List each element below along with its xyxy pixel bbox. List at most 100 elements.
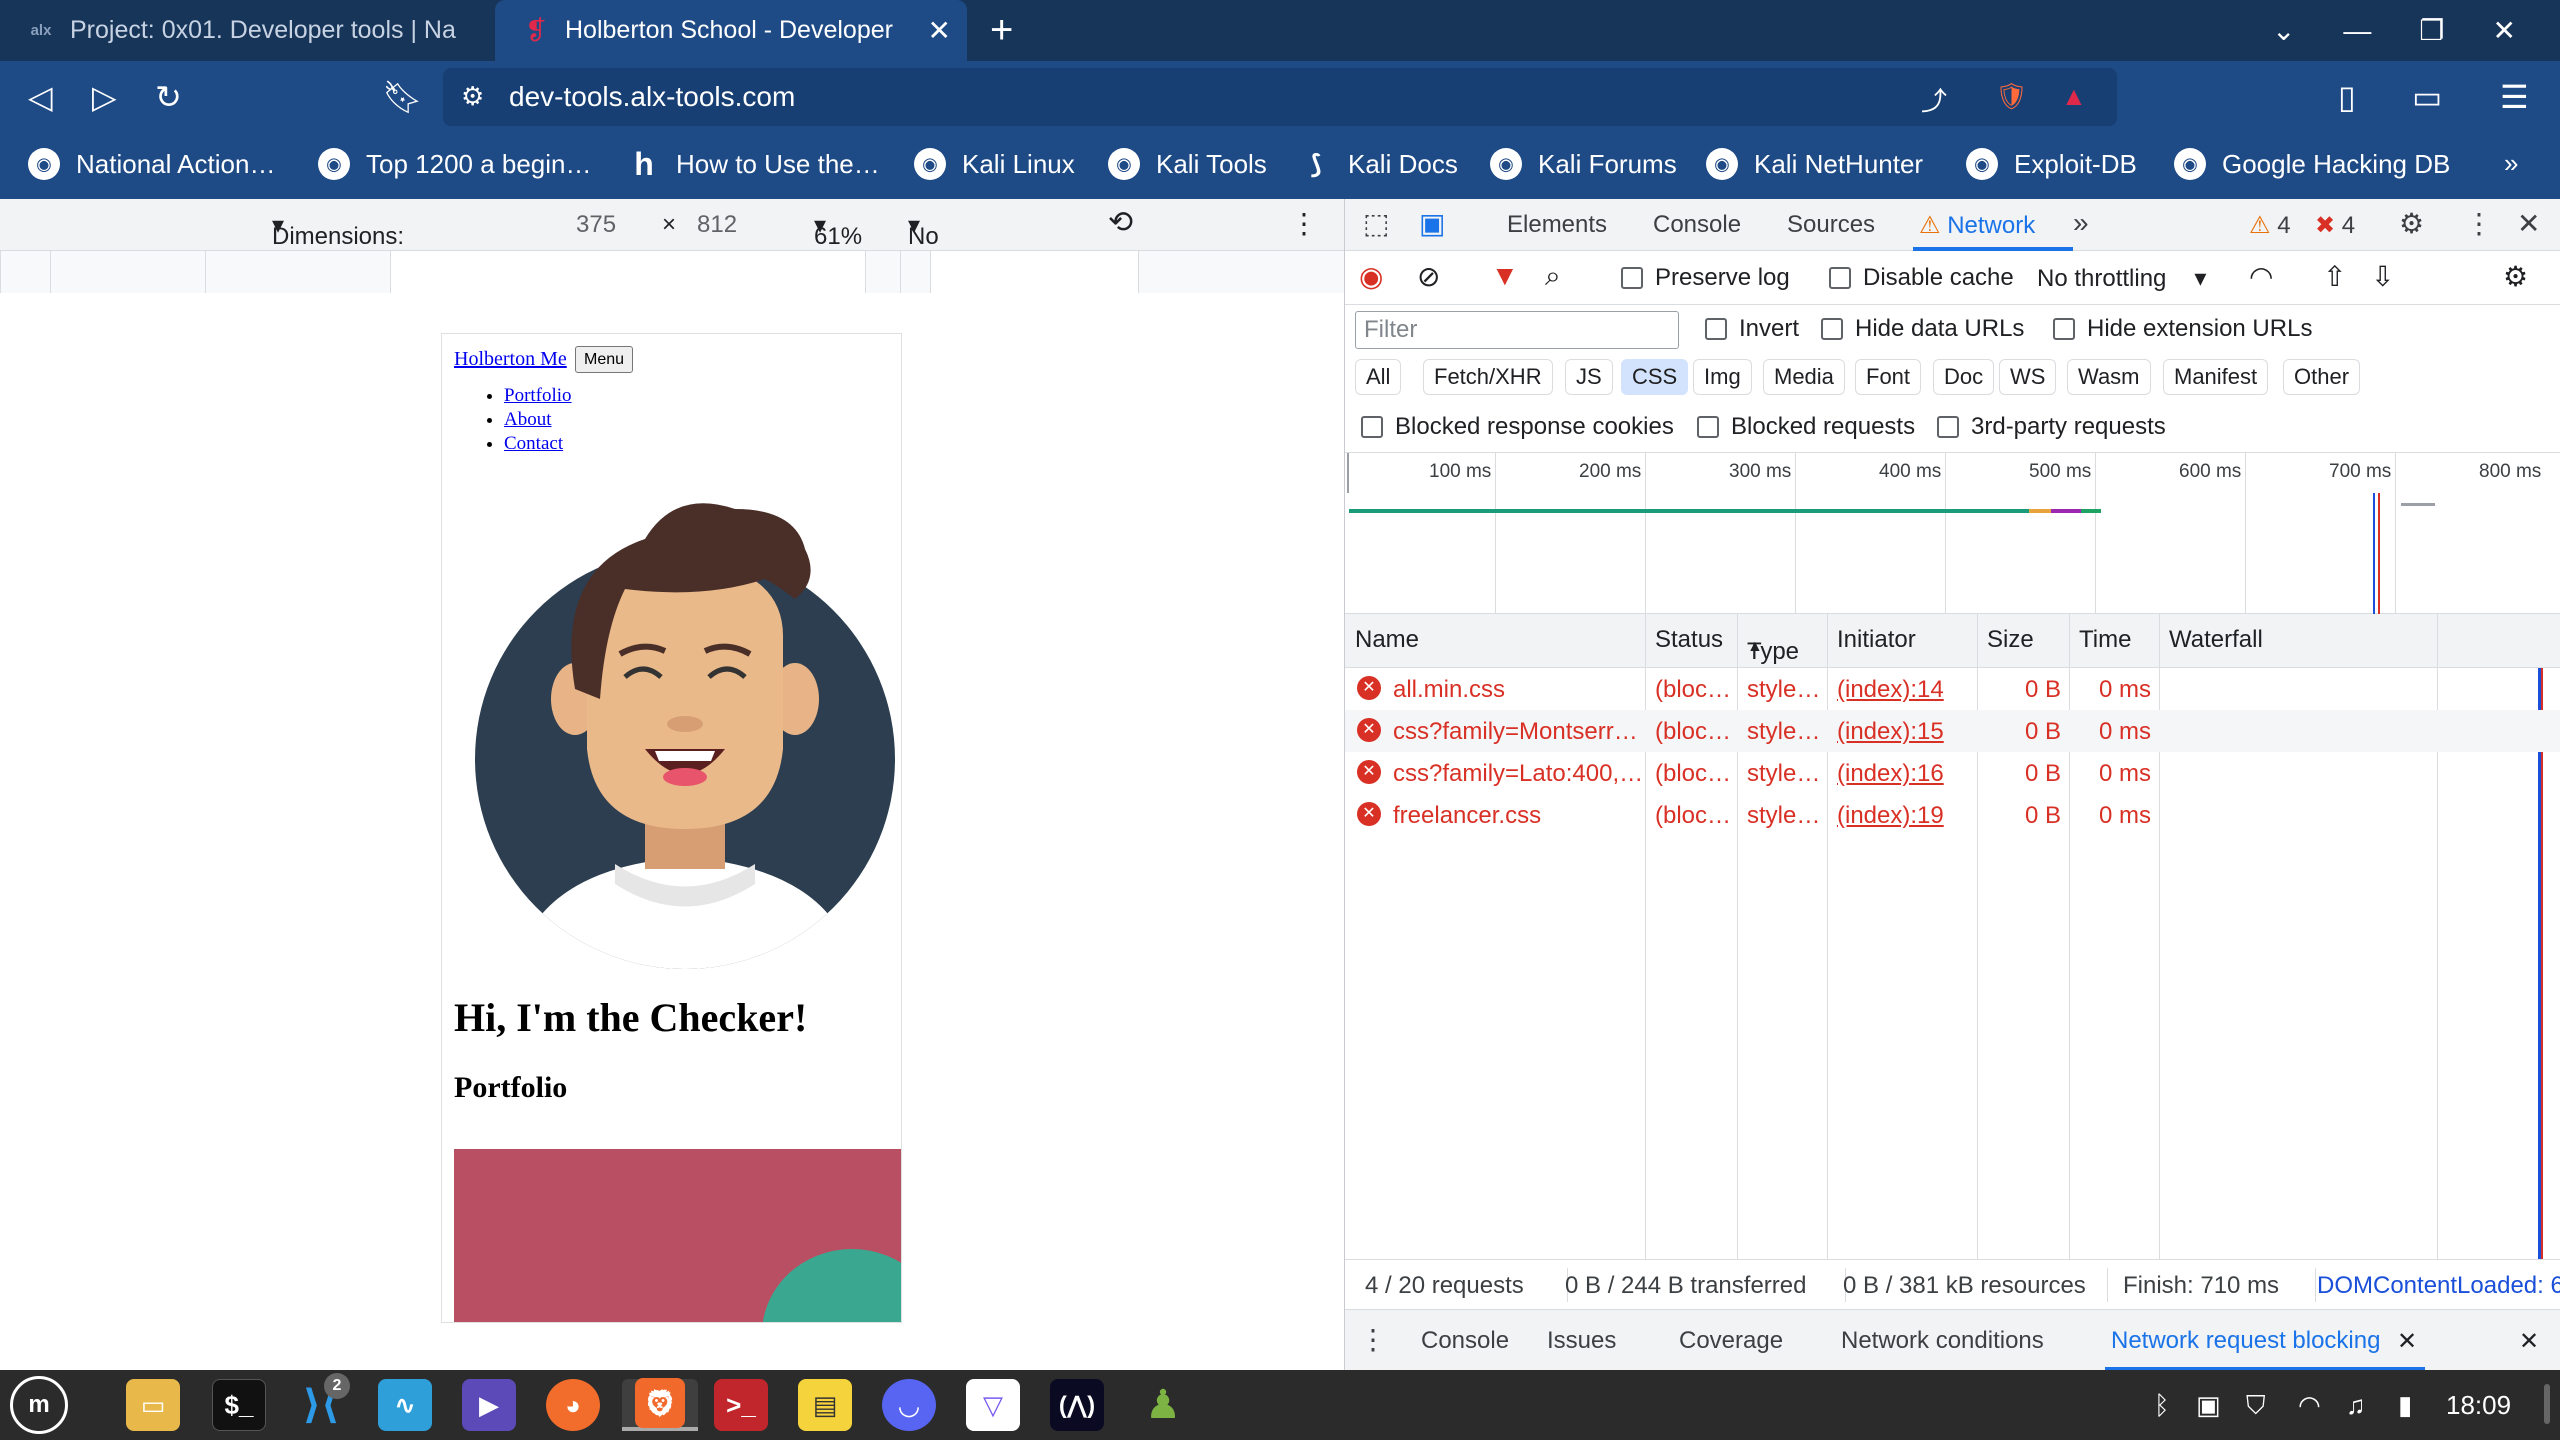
table-row[interactable]: ✕ freelancer.css (bloc… style… (index):1… — [1345, 794, 2560, 836]
table-row[interactable]: ✕ all.min.css (bloc… style… (index):14 0… — [1345, 668, 2560, 710]
bookmark-icon[interactable]: 🔖︎ — [382, 77, 423, 117]
col-time[interactable]: Time — [2079, 626, 2131, 654]
checkbox-box[interactable] — [1705, 318, 1727, 340]
inspect-element-icon[interactable]: ⬚ — [1363, 207, 1389, 240]
forward-icon[interactable]: ▷ — [92, 77, 117, 117]
col-initiator[interactable]: Initiator — [1837, 626, 1916, 654]
disable-cache-checkbox[interactable]: Disable cache — [1829, 264, 2014, 292]
drawer-tab-network-request-blocking[interactable]: Network request blocking — [2111, 1327, 2380, 1355]
firefox-app-icon[interactable]: ◕ — [546, 1379, 600, 1431]
back-icon[interactable]: ◁ — [28, 77, 53, 117]
checkbox-box[interactable] — [1937, 416, 1959, 438]
nav-link-contact[interactable]: Contact — [504, 433, 563, 454]
search-icon[interactable]: ⌕ — [1545, 260, 1561, 293]
type-chip-ws[interactable]: WS — [1999, 359, 2057, 395]
drawer-tab-issues[interactable]: Issues — [1547, 1327, 1616, 1355]
minimize-icon[interactable]: — — [2343, 15, 2371, 47]
media-query-bar[interactable] — [900, 251, 930, 293]
record-icon[interactable]: ◉ — [1359, 260, 1383, 293]
tab-network[interactable]: ⚠ Network — [1919, 211, 2035, 240]
brave-shields-icon[interactable]: 🛡︎ — [1995, 81, 2028, 112]
nav-link-portfolio[interactable]: Portfolio — [504, 385, 572, 406]
sound-icon[interactable]: ♫ — [2346, 1390, 2366, 1421]
settings-gear-icon[interactable]: ⚙ — [2399, 207, 2424, 240]
system-monitor-app-icon[interactable]: ∿ — [378, 1379, 432, 1431]
media-query-bar[interactable] — [0, 251, 50, 293]
warnings-count[interactable]: ⚠ 4 — [2249, 211, 2291, 240]
blocked-requests-checkbox[interactable]: Blocked requests — [1697, 413, 1915, 441]
media-query-bar[interactable] — [1138, 251, 1344, 293]
type-chip-js[interactable]: JS — [1565, 359, 1613, 395]
tab-console[interactable]: Console — [1653, 211, 1741, 239]
table-row[interactable]: ✕ css?family=Lato:400,… (bloc… style… (i… — [1345, 752, 2560, 794]
sticky-notes-app-icon[interactable]: ▤ — [798, 1379, 852, 1431]
sidebar-icon[interactable]: ▯ — [2338, 77, 2356, 117]
hide-data-urls-checkbox[interactable]: Hide data URLs — [1821, 315, 2024, 343]
checkbox-box[interactable] — [1821, 318, 1843, 340]
url-text[interactable]: dev-tools.alx-tools.com — [509, 81, 795, 113]
proton-vpn-app-icon[interactable]: ▽ — [966, 1379, 1020, 1431]
chess-app-icon[interactable]: ♟ — [1136, 1379, 1190, 1431]
request-initiator[interactable]: (index):15 — [1837, 718, 1944, 746]
checkbox-box[interactable] — [1361, 416, 1383, 438]
drawer-tab-coverage[interactable]: Coverage — [1679, 1327, 1783, 1355]
reload-icon[interactable]: ↻ — [155, 77, 182, 117]
request-initiator[interactable]: (index):16 — [1837, 760, 1944, 788]
width-input[interactable]: 375 — [576, 211, 616, 239]
drawer-tab-console[interactable]: Console — [1421, 1327, 1509, 1355]
bookmark-item[interactable]: ◉ Exploit-DB — [1966, 148, 2137, 180]
type-chip-doc[interactable]: Doc — [1933, 359, 1995, 395]
type-chip-img[interactable]: Img — [1693, 359, 1752, 395]
media-query-bar[interactable] — [930, 251, 1138, 293]
new-tab-button[interactable]: + — [990, 10, 1013, 50]
col-status[interactable]: Status — [1655, 626, 1723, 654]
type-chip-media[interactable]: Media — [1763, 359, 1845, 395]
media-query-bar[interactable] — [390, 251, 865, 293]
close-drawer-tab-icon[interactable]: ✕ — [2397, 1327, 2417, 1356]
col-size[interactable]: Size — [1987, 626, 2034, 654]
type-chip-manifest[interactable]: Manifest — [2163, 359, 2269, 395]
blocked-response-cookies-checkbox[interactable]: Blocked response cookies — [1361, 413, 1674, 441]
tab-elements[interactable]: Elements — [1507, 211, 1607, 239]
errors-count[interactable]: ✖ 4 — [2315, 211, 2355, 240]
bookmark-item[interactable]: h How to Use the… — [628, 146, 880, 182]
throttling-select[interactable]: No throttling ▾ — [908, 211, 1000, 278]
more-bookmarks-icon[interactable]: » — [2504, 148, 2518, 179]
menu-button[interactable]: Menu — [575, 346, 634, 373]
restore-icon[interactable]: ❐ — [2419, 14, 2444, 47]
network-overview-timeline[interactable]: 100 ms 200 ms 300 ms 400 ms 500 ms 600 m… — [1345, 453, 2560, 614]
col-waterfall[interactable]: Waterfall — [2169, 626, 2263, 654]
tab-holberton[interactable]: ❡ Holberton School - Developer ✕ — [495, 0, 967, 61]
more-tabs-icon[interactable]: » — [2073, 207, 2089, 239]
more-options-icon[interactable]: ⋮ — [1290, 207, 1318, 240]
terminal-app-icon[interactable]: $_ — [212, 1379, 266, 1431]
type-chip-fetch-xhr[interactable]: Fetch/XHR — [1423, 359, 1553, 395]
media-query-bar[interactable] — [50, 251, 205, 293]
show-desktop-button[interactable] — [2544, 1384, 2550, 1424]
type-chip-css[interactable]: CSS — [1621, 359, 1689, 395]
filter-input[interactable]: Filter — [1355, 311, 1679, 349]
freecodecamp-app-icon[interactable]: (⋀) — [1050, 1379, 1104, 1431]
nav-link-about[interactable]: About — [504, 409, 552, 430]
bookmark-item[interactable]: ◉ Top 1200 a begin… — [318, 148, 592, 180]
close-drawer-icon[interactable]: ✕ — [2519, 1327, 2539, 1356]
discord-app-icon[interactable]: ◡ — [882, 1379, 936, 1431]
address-bar[interactable]: ⚙︎ dev-tools.alx-tools.com ⤴︎ 🛡︎ ▲ — [443, 68, 2117, 126]
site-info-icon[interactable]: ⚙︎ — [461, 81, 484, 112]
timeline-handle[interactable] — [1347, 453, 1349, 493]
bookmark-item[interactable]: ◉ National Action… — [28, 148, 275, 180]
third-party-requests-checkbox[interactable]: 3rd-party requests — [1937, 413, 2166, 441]
close-devtools-icon[interactable]: ✕ — [2517, 207, 2540, 240]
menu-icon[interactable]: ☰ — [2500, 77, 2529, 117]
device-select[interactable]: Dimensions: iPhone X ▾ — [272, 211, 404, 278]
clock[interactable]: 18:09 — [2446, 1390, 2511, 1421]
customize-menu-icon[interactable]: ⋮ — [2465, 207, 2493, 240]
height-input[interactable]: 812 — [697, 211, 737, 239]
files-app-icon[interactable]: ▭ — [126, 1379, 180, 1431]
close-window-icon[interactable]: ✕ — [2493, 14, 2516, 47]
type-chip-font[interactable]: Font — [1855, 359, 1922, 395]
checkbox-box[interactable] — [1829, 267, 1851, 289]
clear-icon[interactable]: ⊘ — [1417, 260, 1440, 293]
share-icon[interactable]: ⤴︎ — [1921, 81, 1947, 118]
brave-rewards-icon[interactable]: ▲ — [2061, 81, 2087, 112]
